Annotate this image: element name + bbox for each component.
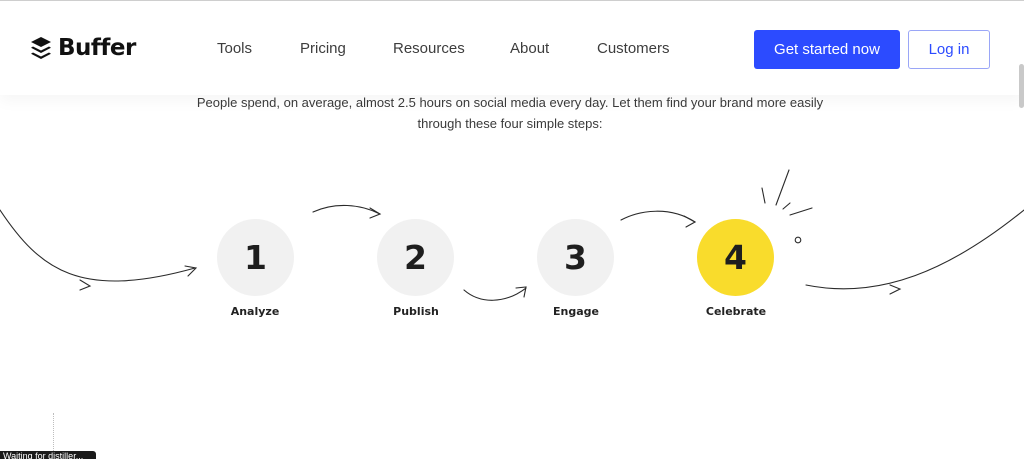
connector-2-3	[463, 287, 527, 301]
brand-logo[interactable]: Buffer	[30, 35, 136, 61]
arrow-head-left	[79, 279, 92, 291]
intro-line-1: People spend, on average, almost 2.5 hou…	[196, 95, 824, 110]
site-header: Buffer Tools Pricing Resources About Cus…	[0, 1, 1024, 95]
nav-item-resources[interactable]: Resources	[393, 40, 465, 57]
step-4-circle: 4	[697, 219, 774, 296]
nav-item-customers[interactable]: Customers	[597, 40, 670, 57]
sparkle-line-3	[782, 202, 791, 210]
sparkle-line-2	[775, 169, 790, 206]
login-button[interactable]: Log in	[908, 30, 990, 69]
arrow-head-2	[369, 207, 382, 219]
exit-curve-arrow	[805, 209, 1024, 290]
sparkle-dot	[794, 236, 802, 244]
sparkle-line-4	[789, 207, 813, 216]
status-text: Waiting for distiller...	[0, 451, 96, 459]
brand-name: Buffer	[58, 35, 136, 61]
nav-item-about[interactable]: About	[510, 40, 549, 57]
buffer-stack-icon	[31, 37, 51, 59]
step-2-label: Publish	[393, 305, 439, 318]
scrollbar-thumb[interactable]	[1019, 64, 1024, 108]
intro-curve-arrow	[0, 209, 196, 282]
connector-1-2	[312, 204, 381, 215]
nav-item-tools[interactable]: Tools	[217, 40, 252, 57]
get-started-button[interactable]: Get started now	[754, 30, 900, 69]
step-2-circle: 2	[377, 219, 454, 296]
arrow-head-5	[889, 284, 902, 295]
connector-3-4	[620, 210, 696, 223]
arrow-head-4	[683, 215, 697, 228]
intro-line-2: through these four simple steps:	[417, 116, 603, 131]
nav-item-pricing[interactable]: Pricing	[300, 40, 346, 57]
step-4-label: Celebrate	[705, 305, 767, 318]
step-1-circle: 1	[217, 219, 294, 296]
step-1-label: Analyze	[230, 305, 280, 318]
sparkle-line-1	[761, 187, 766, 204]
page: Buffer Tools Pricing Resources About Cus…	[0, 0, 1024, 459]
arrow-head-1	[184, 265, 198, 277]
step-3-label: Engage	[553, 305, 599, 318]
intro-text: People spend, on average, almost 2.5 hou…	[180, 92, 840, 134]
step-3-circle: 3	[537, 219, 614, 296]
